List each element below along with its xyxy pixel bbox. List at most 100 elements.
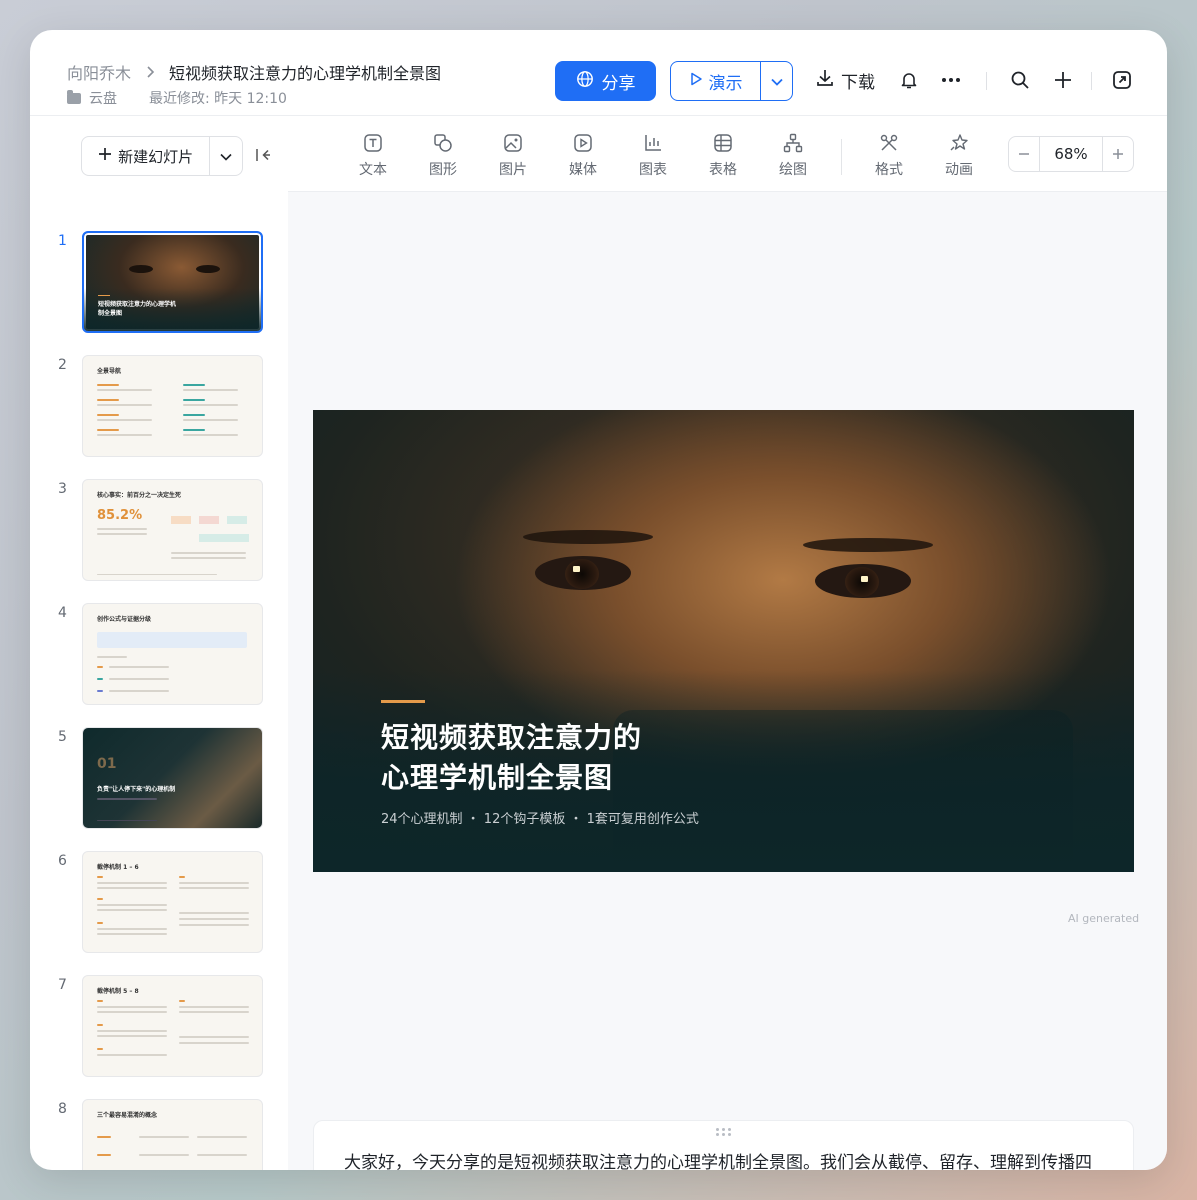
slide-number: 1 [58, 233, 67, 249]
speaker-notes-text[interactable]: 大家好，今天分享的是短视频获取注意力的心理学机制全景图。我们会从截停、留存、理解… [344, 1149, 1104, 1170]
slide-preview-title: 截停机制 5 – 8 [97, 988, 139, 995]
table-icon [714, 134, 732, 152]
slide-number: 5 [58, 729, 67, 745]
share-label: 分享 [601, 73, 636, 94]
doc-meta: 云盘 最近修改: 昨天 12:10 [67, 88, 287, 108]
tool-text[interactable]: 文本 [348, 133, 398, 179]
zoom-in-button[interactable] [1103, 137, 1133, 171]
slide-preview: 核心事实：前百分之一决定生死 85.2% [82, 479, 263, 581]
chevron-right-icon [145, 63, 155, 82]
tool-label: 格式 [875, 162, 903, 178]
slide-preview-index: 01 [97, 756, 117, 772]
slide-thumbnail-1[interactable]: 1 短视频获取注意力的心理学机制全景图 [50, 231, 287, 335]
present-options-dropdown[interactable] [760, 62, 792, 100]
zoom-control: 68% [1008, 136, 1134, 172]
new-slide-label: 新建幻灯片 [118, 147, 194, 166]
breadcrumb: 向阳乔木 短视频获取注意力的心理学机制全景图 [67, 60, 441, 84]
search-icon[interactable] [1008, 68, 1032, 92]
download-button[interactable]: 下载 [815, 68, 875, 93]
slide-thumbnail-4[interactable]: 4 创作公式与证据分级 [50, 603, 287, 707]
present-label: 演示 [708, 73, 743, 94]
slide-number: 4 [58, 605, 67, 621]
plus-icon [1113, 149, 1123, 159]
tool-label: 图表 [639, 162, 667, 178]
tool-diagram[interactable]: 绘图 [768, 133, 818, 179]
slide-thumbnail-8[interactable]: 8 三个最容易混淆的概念 [50, 1099, 287, 1170]
new-slide-button[interactable]: 新建幻灯片 [82, 137, 209, 175]
slide-preview: 短视频获取注意力的心理学机制全景图 [82, 231, 263, 333]
zoom-value[interactable]: 68% [1039, 137, 1103, 171]
photo-eye-left [535, 556, 631, 590]
slide-preview-title: 负责"让人停下来"的心理机制 [97, 786, 176, 793]
present-button[interactable]: 演示 [671, 62, 760, 100]
bar-chart-icon [645, 135, 661, 151]
slide-preview: 截停机制 5 – 8 [82, 975, 263, 1077]
slide-thumbnail-2[interactable]: 2 全景导航 [50, 355, 287, 459]
photo-eye-right [815, 564, 911, 598]
shape-icon [434, 134, 452, 152]
chevron-down-icon [220, 147, 232, 165]
tool-format[interactable]: 格式 [864, 133, 914, 179]
text-icon [364, 134, 382, 152]
slide-thumbnail-7[interactable]: 7 截停机制 5 – 8 [50, 975, 287, 1079]
minus-icon [1019, 153, 1029, 155]
tool-table[interactable]: 表格 [698, 133, 748, 179]
location-label[interactable]: 云盘 [89, 88, 117, 108]
current-slide[interactable]: 短视频获取注意力的 心理学机制全景图 24个心理机制 ・ 12个钩子模板 ・ 1… [313, 410, 1134, 872]
zoom-out-button[interactable] [1009, 137, 1039, 171]
slide-number: 7 [58, 977, 67, 993]
tool-label: 动画 [945, 162, 973, 178]
last-modified: 最近修改: 昨天 12:10 [149, 91, 287, 107]
folder-icon [67, 89, 81, 104]
plus-icon [98, 147, 112, 165]
tool-image[interactable]: 图片 [488, 133, 538, 179]
speaker-notes-panel[interactable]: 大家好，今天分享的是短视频获取注意力的心理学机制全景图。我们会从截停、留存、理解… [313, 1120, 1134, 1170]
slide-thumbnail-3[interactable]: 3 核心事实：前百分之一决定生死 85.2% [50, 479, 287, 583]
document-title[interactable]: 短视频获取注意力的心理学机制全景图 [169, 60, 441, 84]
slide-canvas: 短视频获取注意力的 心理学机制全景图 24个心理机制 ・ 12个钩子模板 ・ 1… [288, 192, 1167, 1170]
collapse-panel-icon[interactable] [255, 147, 273, 165]
insert-toolbar: 文本 图形 图片 媒体 图表 表格 绘图 格式 动画 68% [288, 117, 1167, 192]
open-external-icon[interactable] [1110, 68, 1134, 92]
breadcrumb-root[interactable]: 向阳乔木 [67, 60, 131, 84]
slide-preview: 截停机制 1 – 6 [82, 851, 263, 953]
tool-label: 表格 [709, 162, 737, 178]
tool-media[interactable]: 媒体 [558, 133, 608, 179]
tool-chart[interactable]: 图表 [628, 133, 678, 179]
new-slide-button-group: 新建幻灯片 [81, 136, 243, 176]
slide-preview-title: 全景导航 [97, 368, 122, 375]
ai-generated-label: AI generated [1068, 912, 1140, 925]
slide-preview: 创作公式与证据分级 [82, 603, 263, 705]
slide-thumbnail-6[interactable]: 6 截停机制 1 – 6 [50, 851, 287, 955]
header-bar: 向阳乔木 短视频获取注意力的心理学机制全景图 云盘 最近修改: 昨天 12:10… [30, 30, 1167, 116]
diagram-icon [783, 133, 803, 153]
slide-preview-title: 短视频获取注意力的心理学机制全景图 [98, 301, 177, 317]
media-icon [574, 134, 592, 152]
chevron-down-icon [770, 71, 783, 91]
slide-preview-title: 截停机制 1 – 6 [97, 864, 139, 871]
slide-preview-title: 创作公式与证据分级 [97, 616, 152, 623]
globe-icon [576, 70, 594, 93]
slide-title[interactable]: 短视频获取注意力的 心理学机制全景图 [381, 718, 801, 798]
slide-number: 3 [58, 481, 67, 497]
new-slide-layout-dropdown[interactable] [209, 137, 242, 175]
slide-preview-title: 三个最容易混淆的概念 [97, 1112, 158, 1119]
slide-subtitle[interactable]: 24个心理机制 ・ 12个钩子模板 ・ 1套可复用创作公式 [381, 808, 699, 827]
slide-thumbnail-5[interactable]: 5 01 负责"让人停下来"的心理机制 [50, 727, 287, 831]
download-label: 下载 [841, 73, 875, 93]
share-button[interactable]: 分享 [555, 61, 656, 101]
play-icon [689, 71, 703, 91]
slide-preview-title: 核心事实：前百分之一决定生死 [97, 492, 182, 499]
slide-preview: 三个最容易混淆的概念 [82, 1099, 263, 1170]
tool-shape[interactable]: 图形 [418, 133, 468, 179]
slide-preview: 01 负责"让人停下来"的心理机制 [82, 727, 263, 829]
slide-title-line-2: 心理学机制全景图 [381, 761, 614, 794]
tool-label: 媒体 [569, 162, 597, 178]
drag-handle-icon[interactable] [716, 1128, 732, 1136]
more-options-icon[interactable] [939, 68, 963, 92]
notification-bell-icon[interactable] [897, 68, 921, 92]
tool-label: 文本 [359, 162, 387, 178]
add-icon[interactable] [1051, 68, 1075, 92]
tool-animation[interactable]: 动画 [934, 133, 984, 179]
slide-number: 2 [58, 357, 67, 373]
